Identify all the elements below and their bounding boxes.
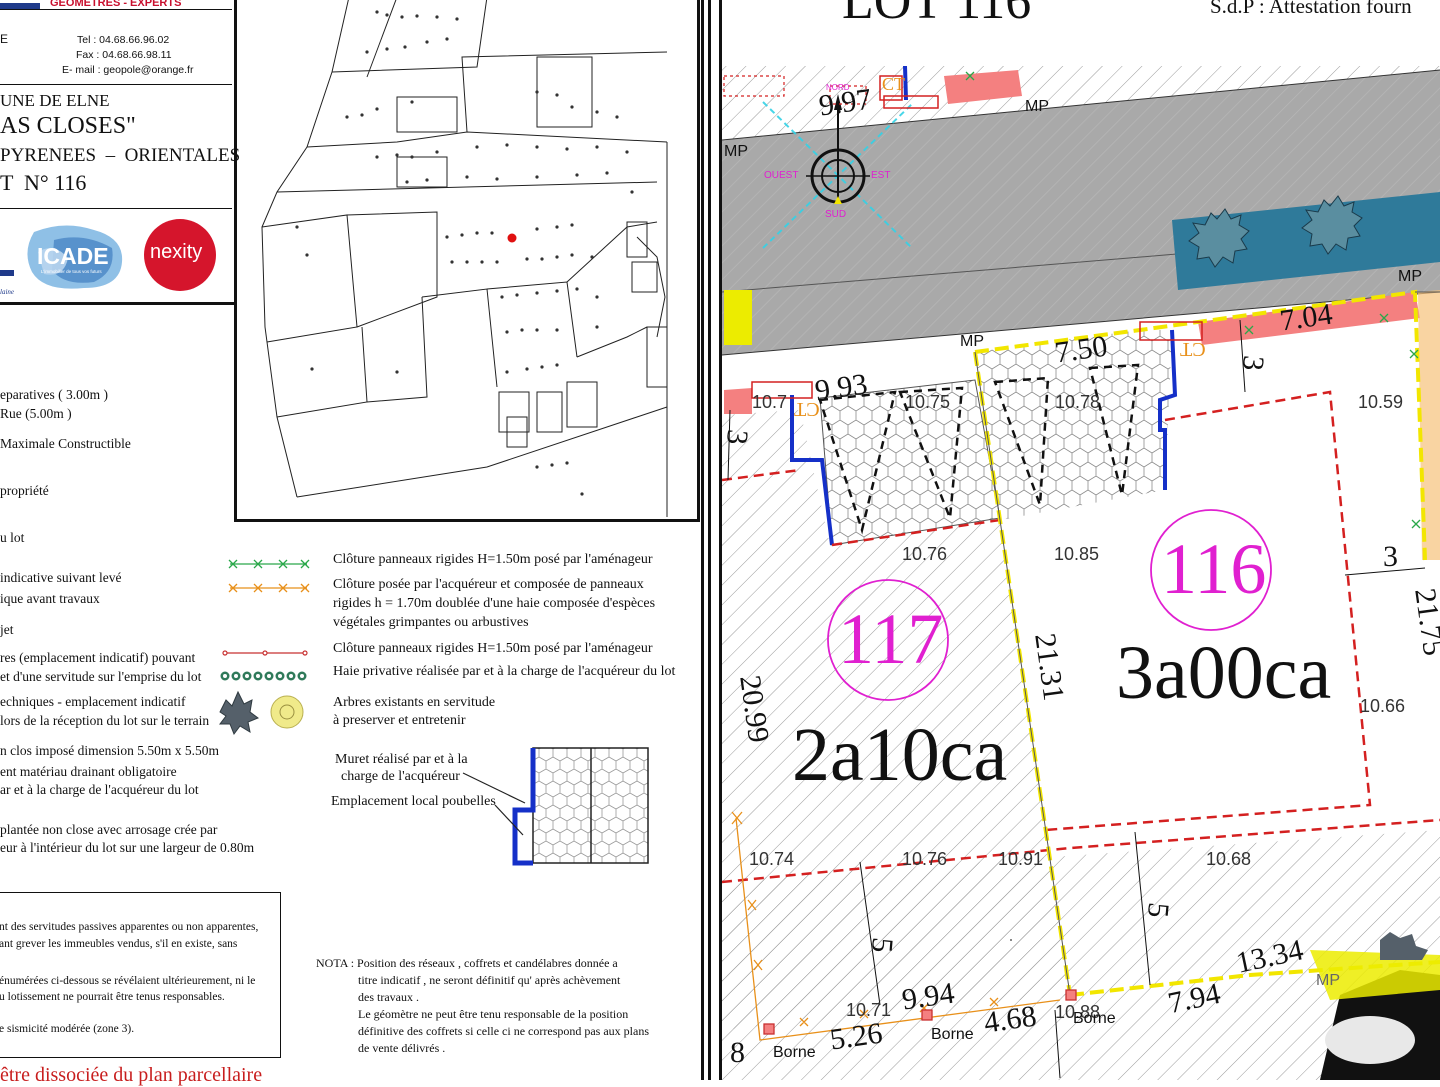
legend-item: eur à l'intérieur du lot sur une largeur… — [0, 840, 255, 855]
plan-header: LOT 116 S.d.P : Attestation fourn — [722, 0, 1440, 66]
parcel-plan — [722, 66, 1440, 1080]
nota-block: NOTA : Position des réseaux , coffrets e… — [316, 955, 649, 1057]
nota-line: de vente délivrés . — [358, 1041, 446, 1055]
plan-title: LOT 116 — [842, 0, 1032, 30]
notes-box: nt des servitudes passives apparentes ou… — [0, 892, 281, 1058]
icade-logo: ICADE L'immobilier de tous vos futurs — [24, 222, 128, 292]
partner-logo-text: laine — [0, 288, 14, 296]
contact-tel: Tel : 04.68.66.96.02 — [77, 34, 170, 46]
note-line: énumérées ci-dessous se révélaient ultér… — [0, 975, 256, 987]
contact-block: Tel : 04.68.66.96.02 Fax : 04.68.66.98.1… — [62, 33, 193, 78]
note-line: nt des servitudes passives apparentes ou… — [0, 921, 259, 933]
banner-band — [0, 3, 40, 9]
legend-item: à preserver et entretenir — [333, 713, 466, 728]
nota-line: titre indicatif , ne seront définitif qu… — [358, 973, 621, 987]
legend-item: lors de la réception du lot sur le terra… — [0, 713, 210, 728]
nexity-logo: nexity — [144, 219, 216, 291]
contact-email: E- mail : geopole@orange.fr — [62, 64, 194, 76]
legend-item: et d'une servitude sur l'emprise du lot — [0, 669, 202, 684]
legend-item: jet — [0, 622, 14, 637]
frame-separator — [701, 0, 704, 1080]
legend-item: Clôture panneaux rigides H=1.50m posé pa… — [333, 552, 653, 567]
left-panel: GEOMETRES - EXPERTS E Tel : 04.68.66.96.… — [0, 0, 700, 1086]
legend-item: n clos imposé dimension 5.50m x 5.50m — [0, 743, 219, 758]
note-line: e sismicité modérée (zone 3). — [0, 1023, 135, 1035]
bin-enclosure-symbol — [462, 747, 649, 866]
legend-item: rigides h = 1.70m doublée d'une haie com… — [333, 596, 656, 611]
contact-fax: Fax : 04.68.66.98.11 — [76, 49, 172, 61]
legend-item: Clôture panneaux rigides H=1.50m posé pa… — [333, 641, 653, 656]
legend-item: res (emplacement indicatif) pouvant — [0, 650, 196, 665]
legend-item: ar et à la charge de l'acquéreur du lot — [0, 782, 199, 797]
lot-location-dot — [507, 233, 517, 243]
legend-item: propriété — [0, 483, 49, 498]
nota-line: Le géomètre ne peut être tenu responsabl… — [358, 1007, 629, 1021]
legend-item: indicative suivant levé — [0, 570, 122, 585]
bottom-red-note: être dissociée du plan parcellaire — [0, 1064, 263, 1086]
divider — [0, 84, 232, 85]
legend-item: plantée non close avec arrosage crée par — [0, 822, 218, 837]
nota-line: définitive des coffrets si celle ci ne c… — [358, 1024, 650, 1038]
legend-item: ique avant travaux — [0, 591, 100, 606]
department-label: PYRENEES – ORIENTALES — [0, 145, 241, 166]
legend-item: charge de l'acquéreur — [341, 769, 460, 784]
legend-item: Arbres existants en servitude — [333, 695, 496, 710]
lot-label: T N° 116 — [0, 170, 87, 195]
note-line: u lotissement ne pourrait être tenus res… — [0, 991, 225, 1003]
note-line: ant grever les immeubles vendus, s'il en… — [0, 938, 238, 950]
legend-item: Haie privative réalisée par et à la char… — [333, 664, 676, 679]
legend-item: u lot — [0, 530, 25, 545]
site-label: AS CLOSES" — [0, 113, 136, 139]
location-map — [234, 0, 700, 522]
legend-item: Maximale Constructible — [0, 436, 131, 451]
e-fragment: E — [0, 32, 9, 46]
legend-item: végétales grimpantes ou arbustives — [333, 615, 529, 630]
legend-item: Rue (5.00m ) — [0, 406, 72, 421]
sdp-label: S.d.P : Attestation fourn — [1210, 0, 1412, 18]
nota-line: NOTA : Position des réseaux , coffrets e… — [316, 956, 618, 970]
nota-line: des travaux . — [358, 990, 419, 1004]
legend-item: echniques - emplacement indicatif — [0, 694, 186, 709]
legend-item: Clôture posée par l'acquéreur et composé… — [333, 577, 644, 592]
frame-separator — [708, 0, 711, 1080]
legend-symbols — [219, 559, 310, 736]
partner-logo-partial — [0, 270, 14, 276]
legend-item: eparatives ( 3.00m ) — [0, 387, 108, 402]
header-block: GEOMETRES - EXPERTS E Tel : 04.68.66.96.… — [0, 0, 241, 305]
legend-item: ent matériau drainant obligatoire — [0, 764, 177, 779]
commune-label: UNE DE ELNE — [0, 91, 110, 110]
divider — [0, 208, 232, 209]
